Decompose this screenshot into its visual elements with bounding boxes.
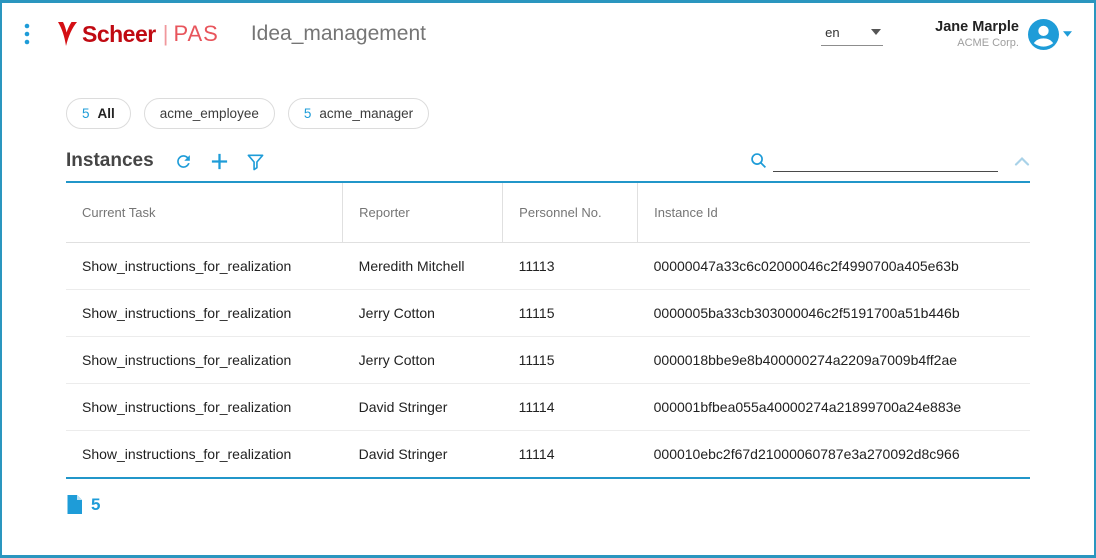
table-row[interactable]: Show_instructions_for_realizationJerry C… [66, 290, 1030, 337]
caret-down-icon [1063, 31, 1072, 37]
avatar-dropdown[interactable] [1028, 19, 1072, 50]
table-row[interactable]: Show_instructions_for_realizationDavid S… [66, 384, 1030, 431]
table-row[interactable]: Show_instructions_for_realizationJerry C… [66, 337, 1030, 384]
section-title: Instances [66, 150, 154, 172]
filter-chips: 5 All acme_employee 5 acme_manager [66, 98, 1094, 129]
funnel-icon [246, 152, 265, 171]
language-select[interactable]: en [821, 23, 883, 46]
topbar: Scheer | PAS Idea_management en Jane Mar… [2, 3, 1094, 65]
table-cell: Show_instructions_for_realization [66, 384, 343, 431]
chip-label: acme_manager [319, 106, 413, 121]
table-row[interactable]: Show_instructions_for_realizationDavid S… [66, 431, 1030, 479]
brand-scheer-text: Scheer [82, 21, 156, 48]
table-cell: 11113 [503, 243, 638, 290]
filter-chip-all[interactable]: 5 All [66, 98, 131, 129]
collapse-panel-button[interactable] [1014, 154, 1030, 169]
table-cell: Show_instructions_for_realization [66, 431, 343, 479]
table-cell: Meredith Mitchell [343, 243, 503, 290]
kebab-dots [24, 23, 30, 45]
table-cell: David Stringer [343, 431, 503, 479]
search-input[interactable] [773, 150, 998, 172]
refresh-icon [174, 152, 193, 171]
table-cell: 11115 [503, 337, 638, 384]
table-cell: 0000018bbe9e8b400000274a2209a7009b4ff2ae [638, 337, 1030, 384]
filter-chip-acme-employee[interactable]: acme_employee [144, 98, 275, 129]
caret-down-icon [871, 29, 881, 35]
search-icon[interactable] [750, 152, 767, 169]
kebab-menu-icon[interactable] [18, 23, 36, 45]
chip-count: 5 [82, 106, 90, 121]
column-header: Reporter [343, 182, 503, 243]
table-cell: 11114 [503, 431, 638, 479]
table-cell: Jerry Cotton [343, 337, 503, 384]
column-header: Personnel No. [503, 182, 638, 243]
table-body: Show_instructions_for_realizationMeredit… [66, 243, 1030, 479]
user-name: Jane Marple [935, 19, 1019, 35]
brand-logo: Scheer | PAS [56, 20, 219, 48]
search-box [750, 150, 998, 172]
table-cell: 11115 [503, 290, 638, 337]
refresh-button[interactable] [174, 152, 193, 171]
language-value: en [825, 25, 839, 40]
chevron-up-icon [1014, 156, 1030, 166]
brand-separator: | [163, 21, 169, 47]
chip-label: All [98, 106, 115, 121]
table-header-row: Current TaskReporterPersonnel No.Instanc… [66, 182, 1030, 243]
user-info: Jane Marple ACME Corp. [935, 19, 1019, 49]
instances-table: Current TaskReporterPersonnel No.Instanc… [66, 181, 1030, 479]
table-cell: Jerry Cotton [343, 290, 503, 337]
filter-button[interactable] [246, 152, 265, 171]
app-window: Scheer | PAS Idea_management en Jane Mar… [0, 0, 1096, 558]
table-cell: 00000047a33c6c02000046c2f4990700a405e63b [638, 243, 1030, 290]
table-cell: 000010ebc2f67d21000060787e3a270092d8c966 [638, 431, 1030, 479]
table-cell: Show_instructions_for_realization [66, 337, 343, 384]
avatar-icon [1028, 19, 1059, 50]
instances-toolbar: Instances [66, 150, 1030, 172]
column-header: Instance Id [638, 182, 1030, 243]
table-cell: Show_instructions_for_realization [66, 243, 343, 290]
chip-label: acme_employee [160, 106, 259, 121]
table-row[interactable]: Show_instructions_for_realizationMeredit… [66, 243, 1030, 290]
result-count-value: 5 [91, 495, 100, 515]
table-cell: 11114 [503, 384, 638, 431]
column-header: Current Task [66, 182, 343, 243]
user-organization: ACME Corp. [935, 37, 1019, 49]
scheer-logo-icon [56, 20, 78, 48]
result-count: 5 [66, 494, 1030, 515]
chip-count: 5 [304, 106, 312, 121]
user-menu[interactable]: Jane Marple ACME Corp. [935, 19, 1072, 50]
table-cell: 0000005ba33cb303000046c2f5191700a51b446b [638, 290, 1030, 337]
brand-pas-text: PAS [173, 21, 218, 47]
table-cell: Show_instructions_for_realization [66, 290, 343, 337]
page-title: Idea_management [251, 22, 426, 46]
document-icon [66, 494, 83, 515]
table-cell: 000001bfbea055a40000274a21899700a24e883e [638, 384, 1030, 431]
filter-chip-acme-manager[interactable]: 5 acme_manager [288, 98, 429, 129]
add-instance-button[interactable] [210, 152, 229, 171]
instances-table-container: Current TaskReporterPersonnel No.Instanc… [66, 181, 1030, 479]
plus-icon [210, 152, 229, 171]
table-cell: David Stringer [343, 384, 503, 431]
